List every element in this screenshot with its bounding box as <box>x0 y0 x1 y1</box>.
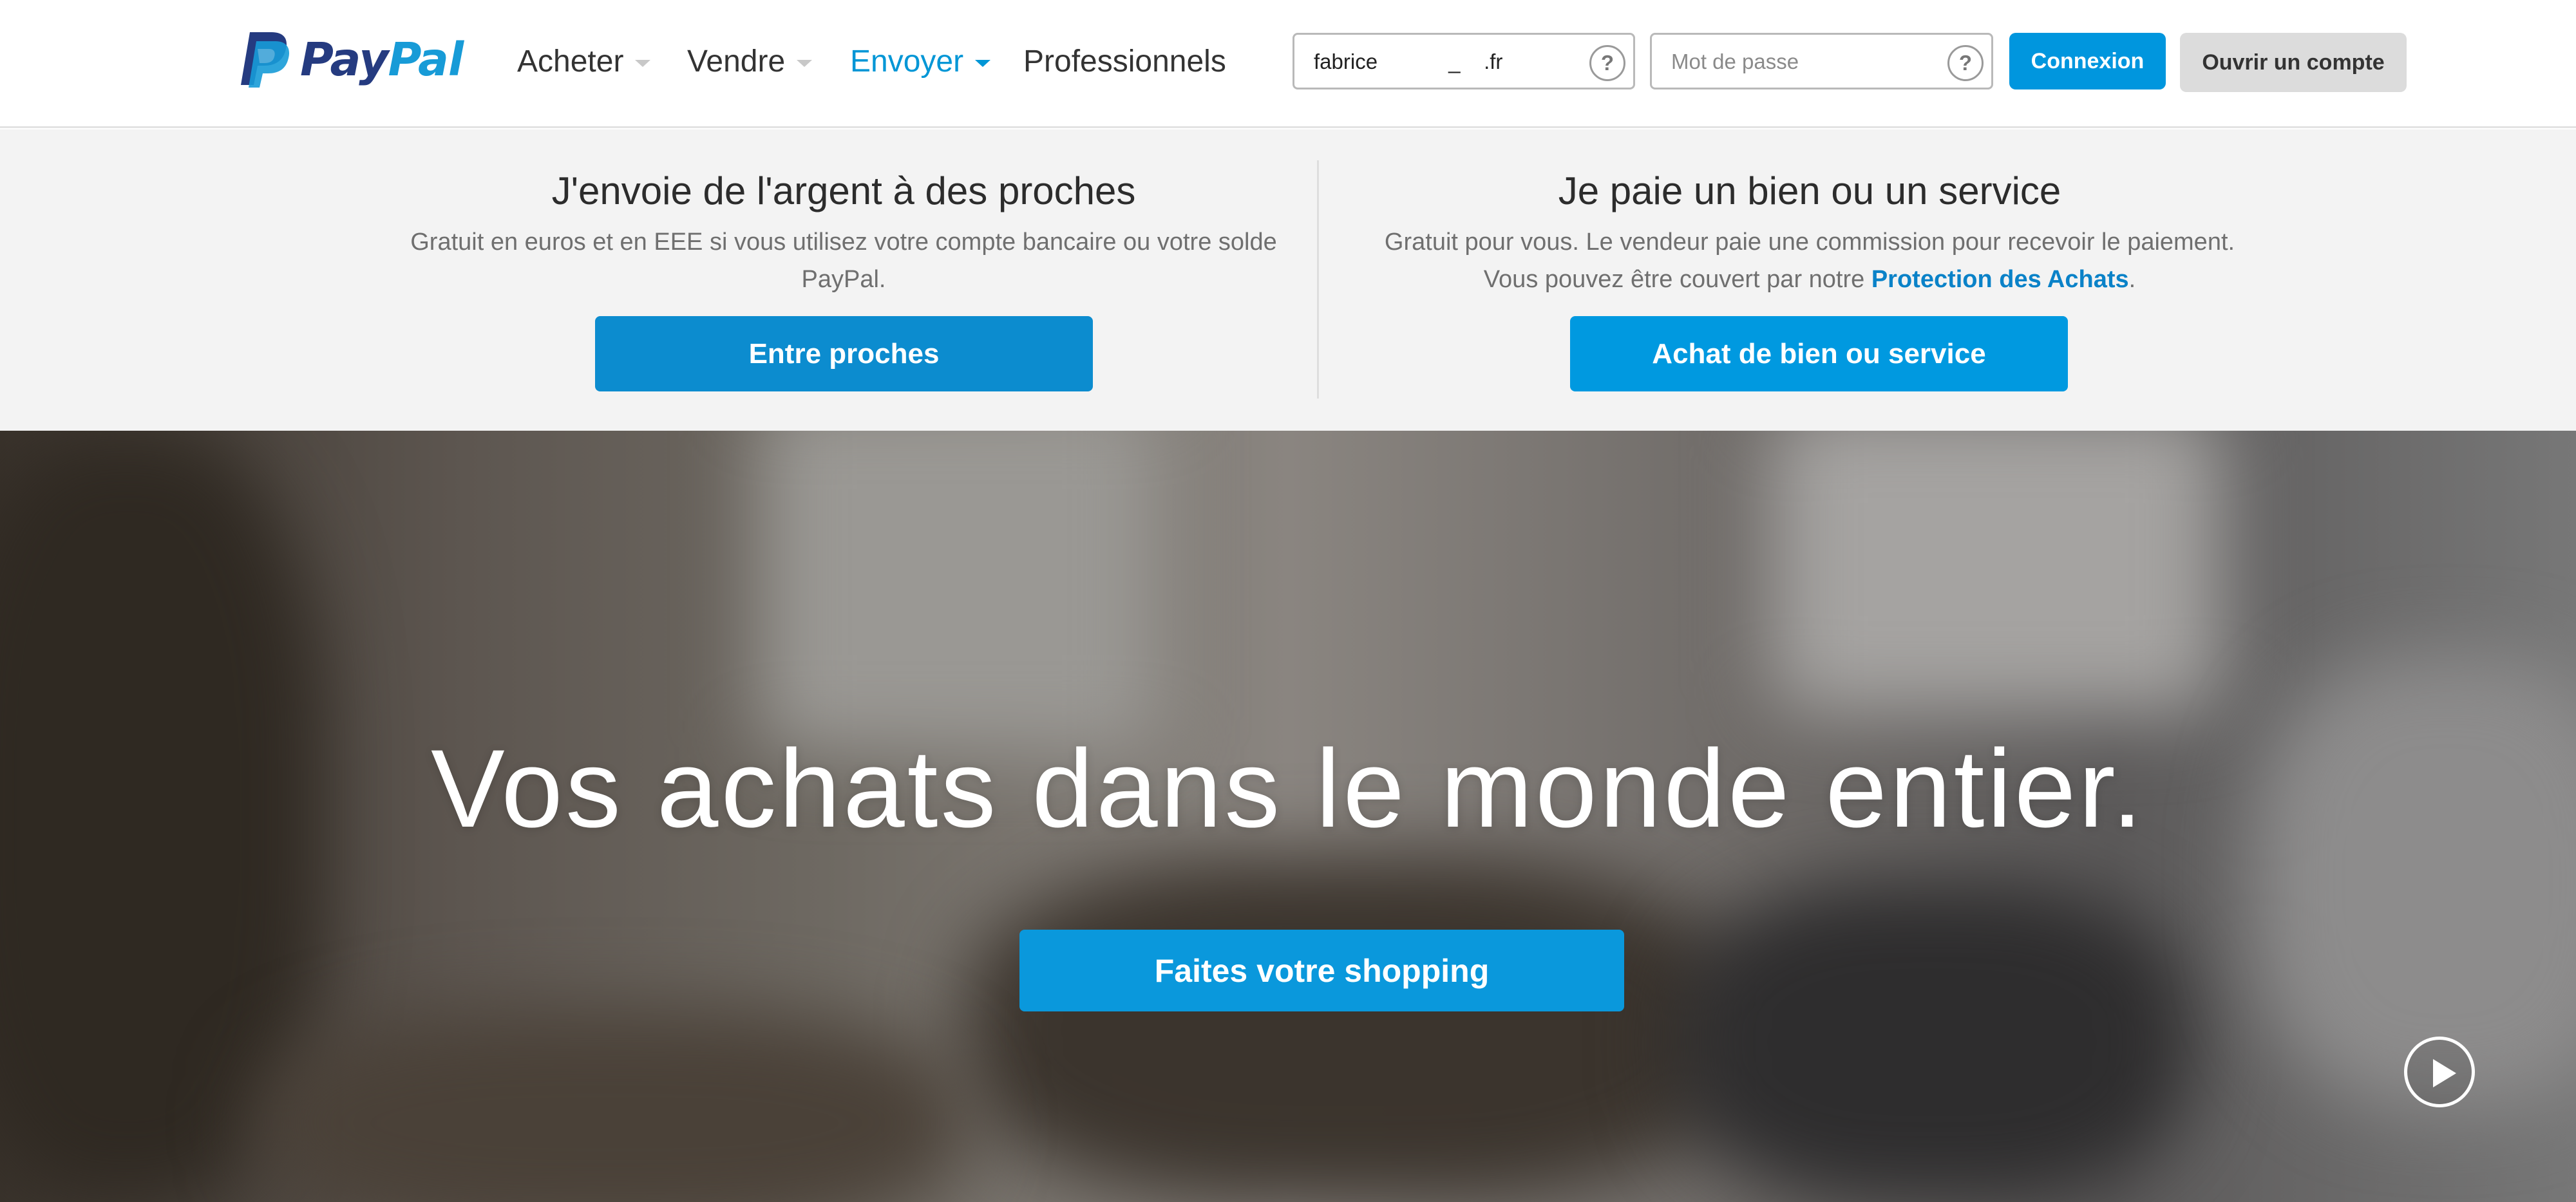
purchase-protection-link[interactable]: Protection des Achats <box>1871 266 2129 293</box>
paypal-p-logo-icon <box>241 32 290 88</box>
friends-title: J'envoie de l'argent à des proches <box>551 169 1136 212</box>
hero-background-shape <box>1674 881 2190 1202</box>
play-video-button[interactable] <box>2404 1037 2475 1107</box>
nav-vendre[interactable]: Vendre <box>687 39 813 84</box>
goods-services-button[interactable]: Achat de bien ou service <box>1570 316 2068 391</box>
email-field-wrapper: ? <box>1293 33 1635 89</box>
goods-description: Gratuit pour vous. Le vendeur paie une c… <box>1327 223 2293 298</box>
hero-banner: Vos achats dans le monde entier. Faites … <box>0 431 2576 1202</box>
email-help-icon[interactable]: ? <box>1589 45 1625 81</box>
paypal-logo[interactable]: PayPal <box>238 28 464 90</box>
hero-background-shape <box>760 431 1159 753</box>
password-help-icon[interactable]: ? <box>1947 45 1984 81</box>
open-account-button[interactable]: Ouvrir un compte <box>2180 33 2407 92</box>
nav-acheter-label: Acheter <box>517 44 624 79</box>
hero-background-shape <box>966 856 1739 1202</box>
chevron-down-icon <box>975 59 991 67</box>
shopping-cta-button[interactable]: Faites votre shopping <box>1019 930 1624 1011</box>
goods-desc-suffix: . <box>2128 266 2136 293</box>
goods-title: Je paie un bien ou un service <box>1558 169 2061 212</box>
password-field-wrapper: ? <box>1650 33 1993 89</box>
goods-desc-prefix: Vous pouvez être couvert par notre <box>1483 266 1871 293</box>
nav-envoyer[interactable]: Envoyer <box>850 39 991 84</box>
goods-column: Je paie un bien ou un service Gratuit po… <box>1327 168 2293 298</box>
friends-button[interactable]: Entre proches <box>595 316 1093 391</box>
chevron-down-icon <box>797 59 813 67</box>
paypal-wordmark: PayPal <box>300 32 464 86</box>
email-field[interactable] <box>1314 45 1571 79</box>
nav-professionnels-label: Professionnels <box>1023 44 1226 79</box>
chevron-down-icon <box>635 59 651 67</box>
send-money-panel: J'envoie de l'argent à des proches Gratu… <box>0 129 2576 431</box>
hero-background-shape <box>258 1010 966 1202</box>
hero-background-shape <box>2254 656 2576 1107</box>
friends-desc-line1: Gratuit en euros et en EEE si vous utili… <box>410 229 1277 256</box>
friends-desc-line2: PayPal. <box>801 266 886 293</box>
play-icon <box>2433 1059 2456 1087</box>
goods-desc-line1: Gratuit pour vous. Le vendeur paie une c… <box>1384 229 2235 256</box>
login-button[interactable]: Connexion <box>2009 33 2166 89</box>
hero-title: Vos achats dans le monde entier. <box>431 727 2145 850</box>
site-header: PayPal Acheter Vendre Envoyer Profession… <box>0 0 2576 128</box>
password-field[interactable] <box>1671 45 1929 79</box>
goods-desc-line2: Vous pouvez être couvert par notre Prote… <box>1327 261 2293 298</box>
friends-column: J'envoie de l'argent à des proches Gratu… <box>361 168 1327 298</box>
nav-vendre-label: Vendre <box>687 44 786 79</box>
nav-envoyer-label: Envoyer <box>850 44 964 79</box>
panel-divider <box>1317 160 1319 399</box>
nav-professionnels[interactable]: Professionnels <box>1023 39 1226 84</box>
friends-description: Gratuit en euros et en EEE si vous utili… <box>361 223 1327 298</box>
nav-acheter[interactable]: Acheter <box>517 39 651 84</box>
hero-background-shape <box>1771 431 2222 714</box>
